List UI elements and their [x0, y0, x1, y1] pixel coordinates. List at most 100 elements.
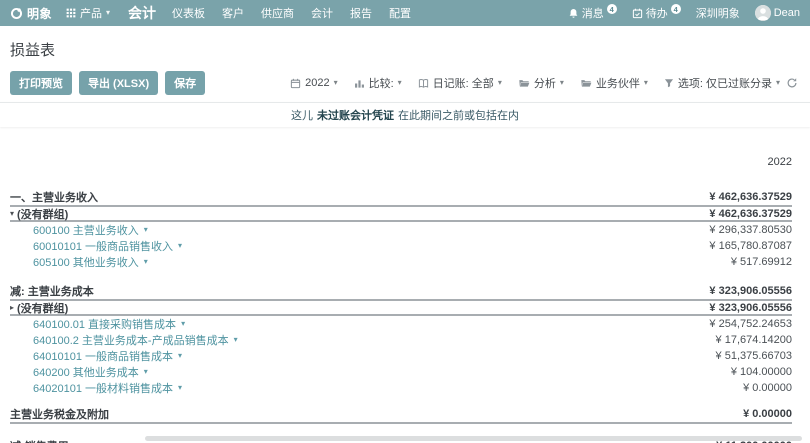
chevron-down-icon: ▾ — [497, 78, 502, 87]
bell-icon — [568, 8, 579, 19]
report-row-account[interactable]: 640100.01 直接采购销售成本 ▾ ¥ 254,752.24653 — [10, 316, 792, 332]
row-value: ¥ 165,780.87087 — [709, 240, 792, 252]
report-row-account[interactable]: 64010101 一般商品销售成本 ▾ ¥ 51,375.66703 — [10, 348, 792, 364]
company-switcher[interactable]: 深圳明象 — [696, 5, 740, 21]
filter-label: 选项: 仅已过账分录 — [677, 78, 772, 90]
row-value: ¥ 104.00000 — [730, 366, 792, 378]
caret-down-icon: ▾ — [233, 335, 238, 344]
chevron-down-icon: ▾ — [106, 8, 111, 17]
row-value: ¥ 0.00000 — [743, 408, 792, 420]
app-menu: 仪表板 客户 供应商 会计 报告 配置 — [172, 5, 411, 21]
filter-4[interactable]: 业务伙伴 ▾ — [580, 75, 648, 91]
row-label: 64010101 一般商品销售成本 ▾ — [33, 351, 183, 363]
unposted-entries-link[interactable]: 未过账会计凭证 — [317, 107, 394, 123]
products-menu[interactable]: 产品 ▾ — [66, 5, 110, 21]
nav-item-2[interactable]: 供应商 — [261, 5, 294, 21]
row-label: 60010101 一般商品销售收入 ▾ — [33, 241, 183, 253]
caret-down-icon: ▾ — [178, 383, 183, 392]
row-value: ¥ 296,337.80530 — [709, 224, 792, 236]
caret-down-icon: ▾ — [143, 257, 148, 266]
row-value: ¥ 254,752.24653 — [709, 318, 792, 330]
caret-down-icon: ▾ — [178, 241, 183, 250]
nav-item-4[interactable]: 报告 — [350, 5, 372, 21]
row-label: 640100.2 主营业务成本-产成品销售成本 ▾ — [33, 335, 238, 347]
report-rows: 一、主营业务收入 ¥ 462,636.37529 ▾ (没有群组) ¥ 462,636.… — [10, 189, 792, 443]
row-value: ¥ 323,906.05556 — [709, 301, 792, 314]
brand[interactable]: 明象 — [10, 5, 52, 22]
logo-icon — [10, 7, 23, 20]
action-button-2[interactable]: 保存 — [165, 71, 206, 95]
report-row-section: 主营业务税金及附加 ¥ 0.00000 — [10, 406, 792, 424]
row-label: 605100 其他业务收入 ▾ — [33, 257, 148, 269]
filter-label: 日记账: 全部 — [432, 78, 494, 90]
column-header-2022: 2022 — [767, 156, 792, 168]
brand-label: 明象 — [27, 6, 53, 21]
filter-bar: 2022 ▾ 比较: ▾ 日记账: 全部 ▾ 分析 ▾ 业务伙伴 ▾ 选项: 仅已过账分录 ▾ — [290, 75, 780, 91]
messages-button[interactable]: 消息 4 — [568, 4, 617, 21]
top-navbar: 明象 产品 ▾ 会计 仪表板 客户 供应商 会计 报告 配置 消息 4 待办 4 深圳明象 — [0, 0, 810, 26]
filter-1[interactable]: 比较: ▾ — [354, 75, 402, 91]
journal-icon — [418, 78, 429, 89]
report-row-account[interactable]: 60010101 一般商品销售收入 ▾ ¥ 165,780.87087 — [10, 238, 792, 254]
row-spacer — [10, 270, 792, 283]
report-row-account[interactable]: 640100.2 主营业务成本-产成品销售成本 ▾ ¥ 17,674.14200 — [10, 332, 792, 348]
user-menu[interactable]: Dean — [754, 5, 800, 21]
filter-0[interactable]: 2022 ▾ — [290, 77, 338, 89]
row-label: 600100 主营业务收入 ▾ — [33, 225, 148, 237]
row-value: ¥ 0.00000 — [743, 382, 792, 394]
report-row-account[interactable]: 640200 其他业务成本 ▾ ¥ 104.00000 — [10, 364, 792, 380]
caret-down-icon: ▾ — [178, 351, 183, 360]
action-button-0[interactable]: 打印预览 — [10, 71, 72, 95]
notice-prefix: 这儿 — [291, 110, 313, 122]
todo-badge: 4 — [670, 4, 681, 14]
nav-item-3[interactable]: 会计 — [311, 5, 333, 21]
row-label: 减:销售费用 — [10, 438, 69, 443]
chevron-down-icon: ▾ — [333, 78, 338, 87]
company-name: 深圳明象 — [695, 8, 740, 20]
refresh-button[interactable] — [786, 77, 798, 89]
row-label: 640100.01 直接采购销售成本 ▾ — [33, 319, 186, 331]
avatar — [754, 5, 771, 21]
filter-label: 2022 — [305, 77, 330, 89]
report-row-account[interactable]: 64020101 一般材料销售成本 ▾ ¥ 0.00000 — [10, 380, 792, 396]
horizontal-scrollbar[interactable] — [145, 436, 802, 441]
row-label: 主营业务税金及附加 — [10, 409, 109, 421]
nav-item-0[interactable]: 仪表板 — [172, 5, 205, 21]
nav-item-5[interactable]: 配置 — [389, 5, 411, 21]
filter-5[interactable]: 选项: 仅已过账分录 ▾ — [664, 75, 780, 91]
calendar-icon — [290, 78, 301, 89]
current-app[interactable]: 会计 — [128, 3, 156, 23]
caret-down-icon: ▾ — [143, 367, 148, 376]
filter-label: 业务伙伴 — [595, 78, 640, 90]
nav-item-1[interactable]: 客户 — [222, 5, 244, 21]
row-value: ¥ 17,674.14200 — [715, 334, 792, 346]
row-value: ¥ 462,636.37529 — [709, 191, 792, 203]
caret-down-icon: ▾ — [143, 225, 148, 234]
report-row-group[interactable]: ▸ (没有群组) ¥ 323,906.05556 — [10, 301, 792, 316]
action-buttons: 打印预览 导出 (XLSX) 保存 — [10, 71, 212, 95]
chevron-down-icon: ▾ — [559, 78, 564, 87]
action-button-1[interactable]: 导出 (XLSX) — [79, 71, 159, 95]
report-row-account[interactable]: 600100 主营业务收入 ▾ ¥ 296,337.80530 — [10, 222, 792, 238]
bar-chart-icon — [354, 78, 365, 89]
products-label: 产品 — [80, 8, 103, 20]
report-row-group[interactable]: ▾ (没有群组) ¥ 462,636.37529 — [10, 207, 792, 222]
row-value: ¥ 462,636.37529 — [709, 207, 792, 220]
row-label: ▸ (没有群组) — [10, 302, 69, 315]
caret-down-icon: ▾ — [10, 208, 15, 218]
filter-3[interactable]: 分析 ▾ — [518, 75, 564, 91]
messages-label: 消息 — [581, 8, 604, 20]
row-value: ¥ 517.69912 — [730, 256, 792, 268]
report-row-section: 一、主营业务收入 ¥ 462,636.37529 — [10, 189, 792, 207]
row-label: 640200 其他业务成本 ▾ — [33, 367, 148, 379]
caret-down-icon: ▾ — [181, 319, 186, 328]
messages-badge: 4 — [606, 4, 617, 14]
filter-icon — [664, 78, 674, 88]
todo-button[interactable]: 待办 4 — [632, 4, 681, 21]
filter-2[interactable]: 日记账: 全部 ▾ — [418, 75, 502, 91]
todo-label: 待办 — [645, 8, 668, 20]
report-row-account[interactable]: 605100 其他业务收入 ▾ ¥ 517.69912 — [10, 254, 792, 270]
row-value: ¥ 51,375.66703 — [715, 350, 792, 362]
chevron-down-icon: ▾ — [643, 78, 648, 87]
calendar-check-icon — [632, 8, 643, 19]
